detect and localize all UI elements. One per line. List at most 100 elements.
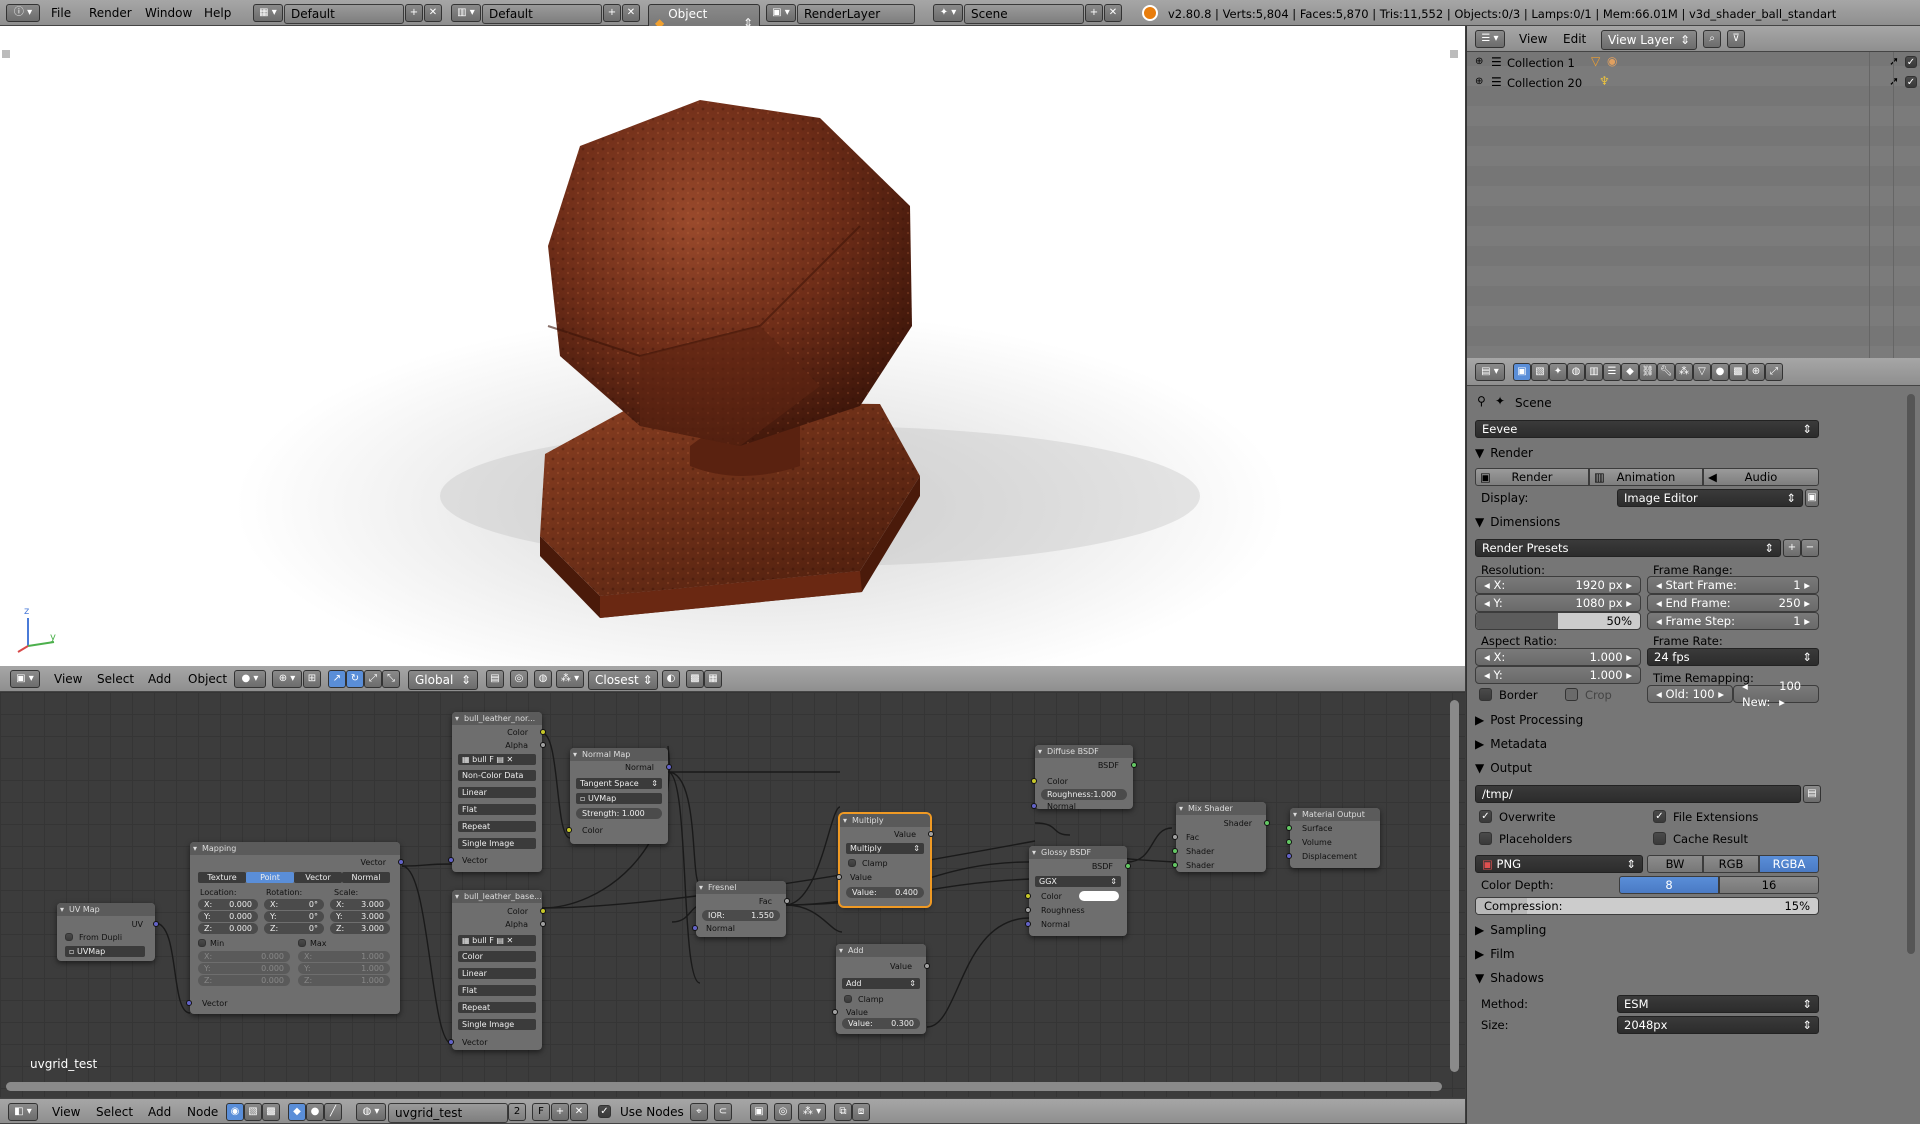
tab-texture-icon[interactable]: ▩ [1729,363,1747,381]
properties-scrollbar[interactable] [1907,394,1915,954]
copy-nodes-icon[interactable]: ⧉ [834,1103,852,1121]
loc-z[interactable]: Z: 0.000 [198,923,258,934]
color-depth-8[interactable]: 8 [1619,876,1719,894]
tex-nor-image-selector[interactable]: ▦ bull F ▤ ✕ [458,754,536,765]
viewport-menu-object[interactable]: Object [188,672,227,686]
outliner-menu-view[interactable]: View [1519,32,1547,46]
tab-modifier-icon[interactable]: 🔧︎ [1657,363,1675,381]
tab-physics-icon[interactable]: ⊕ [1747,363,1765,381]
proportional-falloff-icon[interactable]: ◍ [534,670,552,688]
resolution-y-field[interactable]: ◂ Y: 1080 px ▸ [1475,594,1641,612]
texture-nodes-icon[interactable]: ▩ [262,1103,280,1121]
material-users-count[interactable]: 2 [508,1103,526,1121]
mapping-output-socket[interactable] [398,859,404,865]
snap-icon[interactable]: ⌖ [690,1103,708,1121]
object-shader-icon[interactable]: ◆ [288,1103,306,1121]
rot-z[interactable]: Z: 0° [264,923,324,934]
tab-layer-icon[interactable]: ▧ [1531,363,1549,381]
visibility-checkbox[interactable]: ✓ [1905,56,1917,68]
node-editor-vscrollbar[interactable] [1450,700,1459,1072]
glossy-color-swatch[interactable] [1079,891,1119,901]
outliner[interactable]: ☰ ▾ View Edit View Layer ⇕ ⌕ ⊽ ⊕ ☰ Collec… [1466,26,1920,358]
node-fresnel[interactable]: Fresnel Fac IOR: 1.550 Normal [692,881,790,937]
tab-world-icon[interactable]: ◍ [1567,363,1585,381]
view-layer-dropdown[interactable]: View Layer ⇕ [1601,30,1697,50]
menu-render[interactable]: Render [89,6,132,20]
proportional-icon[interactable]: ◎ [510,670,528,688]
fake-user-button[interactable]: F [532,1103,550,1121]
section-film[interactable]: ▶ Film [1475,947,1515,961]
viewport-menu-select[interactable]: Select [97,672,134,686]
animation-render-icon[interactable]: ▦ [704,670,722,688]
output-path-field[interactable]: /tmp/ [1475,785,1801,803]
mapping-input-socket[interactable] [186,1000,192,1006]
node-menu-add[interactable]: Add [148,1105,171,1119]
properties-panel[interactable]: ▤ ▾ ▣ ▧ ✦ ◍ ▥ ☰ ◆ ⛓ 🔧︎ ⁂ ▽ ● ▩ ⊕ ⤢ ⚲ ✦ S… [1466,358,1920,1124]
workspace-close-icon[interactable]: ✕ [424,4,442,22]
render-engine-dropdown[interactable]: Eevee ⇕ [1475,420,1819,438]
tab-scene-icon[interactable]: ✦ [1549,363,1567,381]
loc-x[interactable]: X: 0.000 [198,899,258,910]
frame-step-field[interactable]: ◂ Frame Step: 1 ▸ [1647,612,1819,630]
display-window-icon[interactable]: ▣ [1805,489,1819,507]
backdrop-icon[interactable]: ▣ [750,1103,768,1121]
tab-particles-icon[interactable]: ⁂ [1675,363,1693,381]
paste-nodes-icon[interactable]: ⧈ [852,1103,870,1121]
section-dimensions[interactable]: ▼ Dimensions [1475,515,1560,529]
expand-plus-icon[interactable]: ⊕ [1475,56,1483,67]
uv-output-socket[interactable] [153,921,159,927]
pin-icon[interactable]: ⚲ [1477,394,1486,408]
loc-y[interactable]: Y: 0.000 [198,911,258,922]
preset-add-icon[interactable]: + [1783,539,1801,557]
rot-y[interactable]: Y: 0° [264,911,324,922]
linestyle-icon[interactable]: ╱ [324,1103,342,1121]
menu-help[interactable]: Help [204,6,231,20]
tab-collection-icon[interactable]: ▥ [1585,363,1603,381]
color-depth-16[interactable]: 16 [1719,876,1819,894]
transform-icon[interactable]: ⤡ [382,670,400,688]
screen-layout-icon[interactable]: ▥ ▾ [451,4,481,22]
rotate-icon[interactable]: ↻ [346,670,364,688]
scene-add-icon[interactable]: + [1085,4,1103,22]
select-cursor-icon[interactable]: ➚ [1889,54,1899,68]
preset-remove-icon[interactable]: − [1801,539,1819,557]
node-snap-icon[interactable]: ◎ [774,1103,792,1121]
section-shadows[interactable]: ▼ Shadows [1475,971,1544,985]
material-unlink-icon[interactable]: ✕ [570,1103,588,1121]
scene-close-icon[interactable]: ✕ [1104,4,1122,22]
node-texture-normal[interactable]: bull_leather_nor... Color Alpha ▦ bull F… [448,712,546,872]
placeholders-checkbox[interactable] [1479,832,1492,845]
resolution-x-field[interactable]: ◂ X: 1920 px ▸ [1475,576,1641,594]
uvmap-selector[interactable]: ▫ UVMap [65,946,145,957]
aspect-y-field[interactable]: ◂ Y: 1.000 ▸ [1475,666,1641,684]
remap-new-field[interactable]: ◂ New: 100 ▸ [1733,679,1819,709]
scale-x[interactable]: X: 3.000 [330,899,390,910]
properties-editor-type-icon[interactable]: ▤ ▾ [1475,363,1505,381]
node-menu-node[interactable]: Node [187,1105,218,1119]
render-layer-icon[interactable]: ▣ ▾ [766,4,796,22]
viewport-menu-add[interactable]: Add [148,672,171,686]
opengl-render-icon[interactable]: ◐ [662,670,680,688]
snap-target-dropdown[interactable]: Closest ⇕ [588,670,658,690]
viewport-editor-type-icon[interactable]: ▣ ▾ [10,670,40,688]
render-button[interactable]: ▣ Render [1475,468,1589,486]
node-mapping[interactable]: Mapping Vector Texture Point Vector Norm… [186,842,404,1014]
file-extensions-checkbox[interactable]: ✓ [1653,810,1666,823]
cache-result-checkbox[interactable] [1653,832,1666,845]
workspace-add-icon[interactable]: + [405,4,423,22]
outliner-menu-edit[interactable]: Edit [1563,32,1586,46]
outliner-search-icon[interactable]: ⌕ [1703,30,1721,48]
audio-button[interactable]: ◀ Audio [1703,468,1819,486]
material-add-icon[interactable]: + [551,1103,569,1121]
tab-data-icon[interactable]: ▽ [1693,363,1711,381]
3d-viewport[interactable]: z y [0,26,1465,666]
compositing-nodes-icon[interactable]: ▧ [244,1103,262,1121]
node-menu-select[interactable]: Select [96,1105,133,1119]
shading-sphere-icon[interactable]: ● ▾ [234,670,266,688]
render-layer-field[interactable]: RenderLayer [797,4,915,24]
node-editor-hscrollbar[interactable] [6,1082,1442,1091]
start-frame-field[interactable]: ◂ Start Frame: 1 ▸ [1647,576,1819,594]
remap-old-field[interactable]: ◂ Old: 100 ▸ [1647,685,1733,703]
compression-slider[interactable]: Compression: 15% [1475,897,1819,915]
editor-type-info-icon[interactable]: ⓘ ▾ [6,4,40,22]
